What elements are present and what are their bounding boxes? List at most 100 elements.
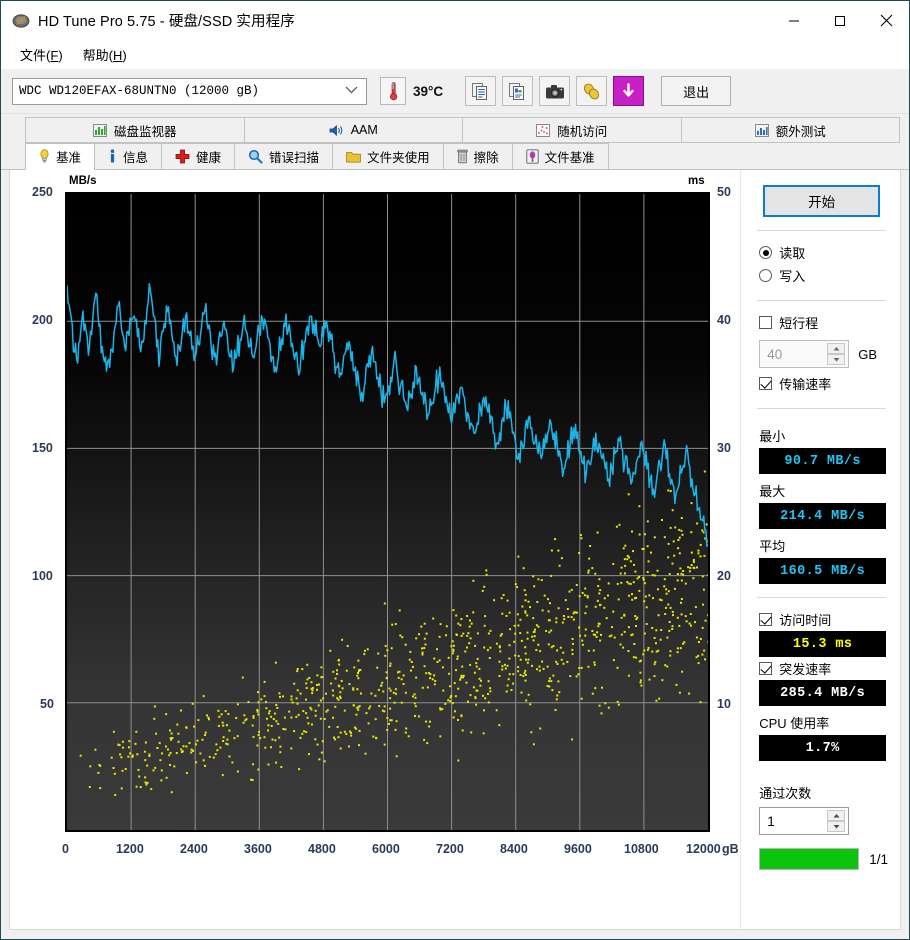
benchmark-options-panel: 开始 读取 写入 短行程 40 — [740, 170, 900, 929]
passes-arrows[interactable] — [827, 810, 845, 832]
tab-file-benchmark[interactable]: 文件基准 — [512, 143, 609, 169]
tab-content-benchmark: MB/s ms 250 200 150 100 50 50 40 30 20 1… — [9, 170, 901, 930]
close-button[interactable] — [863, 1, 909, 41]
hd-tune-window: HD Tune Pro 5.75 - 硬盘/SSD 实用程序 文件(F) 帮助(… — [0, 0, 910, 940]
xtick-2400: 2400 — [180, 842, 208, 856]
checkbox-short-stroke[interactable]: 短行程 — [759, 313, 888, 332]
checkbox-access-time-box — [759, 613, 772, 626]
short-stroke-value: 40 — [760, 347, 782, 362]
drive-select-value: WDC WD120EFAX-68UNTN0 (12000 gB) — [19, 84, 259, 98]
peanut-icon[interactable] — [576, 76, 607, 106]
y2tick-20: 20 — [717, 569, 731, 583]
checkbox-burst-rate[interactable]: 突发速率 — [759, 659, 888, 678]
menu-file[interactable]: 文件(F) — [10, 42, 73, 67]
max-label: 最大 — [759, 481, 888, 500]
menu-bar: 文件(F) 帮助(H) — [1, 41, 909, 69]
secondary-tab-strip: 磁盘监视器 AAM — [1, 117, 909, 143]
short-stroke-up-arrow[interactable] — [827, 343, 845, 354]
checkbox-transfer-rate-label: 传输速率 — [779, 374, 831, 393]
tab-benchmark[interactable]: 基准 — [25, 143, 95, 170]
max-value: 214.4 MB/s — [759, 503, 886, 529]
ytick-250: 250 — [32, 185, 53, 199]
window-controls — [771, 1, 909, 41]
ytick-100: 100 — [32, 569, 53, 583]
tab-random-access[interactable]: 随机访问 — [462, 117, 682, 143]
menu-help[interactable]: 帮助(H) — [73, 42, 137, 67]
cpu-usage-value: 1.7% — [759, 735, 886, 761]
tab-disk-monitor[interactable]: 磁盘监视器 — [25, 117, 245, 143]
cpu-usage-label: CPU 使用率 — [759, 713, 888, 732]
radio-read[interactable]: 读取 — [759, 243, 888, 262]
copy-text-icon[interactable] — [465, 76, 496, 106]
short-stroke-arrows[interactable] — [827, 343, 845, 365]
min-value: 90.7 MB/s — [759, 448, 886, 474]
minimize-button[interactable] — [771, 1, 817, 41]
divider-3 — [757, 408, 886, 409]
start-button[interactable]: 开始 — [763, 185, 880, 217]
tab-file-benchmark-label: 文件基准 — [545, 147, 595, 166]
burst-rate-value: 285.4 MB/s — [759, 680, 886, 706]
copy-image-icon[interactable] — [502, 76, 533, 106]
temperature-display: 39°C — [380, 76, 443, 106]
folder-icon — [346, 150, 361, 163]
tab-erase[interactable]: 擦除 — [443, 143, 513, 169]
passes-label: 通过次数 — [759, 783, 888, 802]
chart-xlabel: gB — [722, 842, 739, 856]
tab-info-label: 信息 — [123, 147, 148, 166]
title-bar: HD Tune Pro 5.75 - 硬盘/SSD 实用程序 — [1, 1, 909, 41]
toolbar: WDC WD120EFAX-68UNTN0 (12000 gB) 39°C — [1, 69, 909, 114]
maximize-button[interactable] — [817, 1, 863, 41]
tab-random-access-label: 随机访问 — [557, 121, 607, 140]
radio-read-indicator — [759, 246, 772, 259]
menu-file-label: 文件 — [20, 48, 46, 63]
tab-health[interactable]: 健康 — [161, 143, 235, 169]
ytick-150: 150 — [32, 441, 53, 455]
tab-folder-usage[interactable]: 文件夹使用 — [332, 143, 444, 169]
xtick-10800: 10800 — [624, 842, 659, 856]
passes-up-arrow[interactable] — [827, 810, 845, 821]
y2tick-30: 30 — [717, 441, 731, 455]
tab-disk-monitor-label: 磁盘监视器 — [114, 121, 177, 140]
exit-button-label: 退出 — [683, 82, 709, 101]
checkbox-access-time[interactable]: 访问时间 — [759, 610, 888, 629]
checkbox-transfer-rate[interactable]: 传输速率 — [759, 374, 888, 393]
short-stroke-stepper[interactable]: 40 — [759, 340, 849, 368]
tab-extra-tests-label: 额外测试 — [776, 121, 826, 140]
drive-select[interactable]: WDC WD120EFAX-68UNTN0 (12000 gB) — [12, 78, 367, 105]
exit-button[interactable]: 退出 — [661, 76, 731, 106]
passes-stepper[interactable]: 1 — [759, 807, 849, 835]
avg-value: 160.5 MB/s — [759, 558, 886, 584]
cross-icon — [175, 149, 190, 164]
chart-ylabel: MB/s — [69, 175, 96, 187]
y2tick-40: 40 — [717, 313, 731, 327]
short-stroke-size-row: 40 GB — [759, 340, 888, 368]
short-stroke-down-arrow[interactable] — [827, 354, 845, 365]
temperature-value: 39°C — [413, 84, 443, 99]
xtick-8400: 8400 — [500, 842, 528, 856]
info-icon — [108, 149, 117, 164]
speaker-icon — [329, 124, 344, 137]
tab-folder-usage-label: 文件夹使用 — [367, 147, 430, 166]
xtick-9600: 9600 — [564, 842, 592, 856]
passes-down-arrow[interactable] — [827, 821, 845, 832]
file-chart-icon — [526, 149, 539, 164]
radio-write[interactable]: 写入 — [759, 266, 888, 285]
benchmark-chart: MB/s ms 250 200 150 100 50 50 40 30 20 1… — [10, 170, 740, 929]
xtick-1200: 1200 — [116, 842, 144, 856]
tab-info[interactable]: 信息 — [94, 143, 162, 169]
ytick-50: 50 — [40, 697, 54, 711]
tab-extra-tests[interactable]: 额外测试 — [681, 117, 901, 143]
passes-value: 1 — [760, 814, 775, 829]
chevron-down-icon — [345, 84, 358, 98]
min-label: 最小 — [759, 426, 888, 445]
download-arrow-icon[interactable] — [613, 76, 644, 106]
checkbox-access-time-label: 访问时间 — [779, 610, 831, 629]
tab-aam[interactable]: AAM — [244, 117, 464, 143]
camera-icon[interactable] — [539, 76, 570, 106]
divider-1 — [757, 230, 886, 231]
primary-tab-strip: 基准 信息 健康 — [1, 143, 909, 170]
y2tick-10: 10 — [717, 697, 731, 711]
chart-blue-icon — [755, 124, 769, 137]
tab-error-scan[interactable]: 错误扫描 — [234, 143, 333, 169]
tab-aam-label: AAM — [351, 123, 378, 137]
